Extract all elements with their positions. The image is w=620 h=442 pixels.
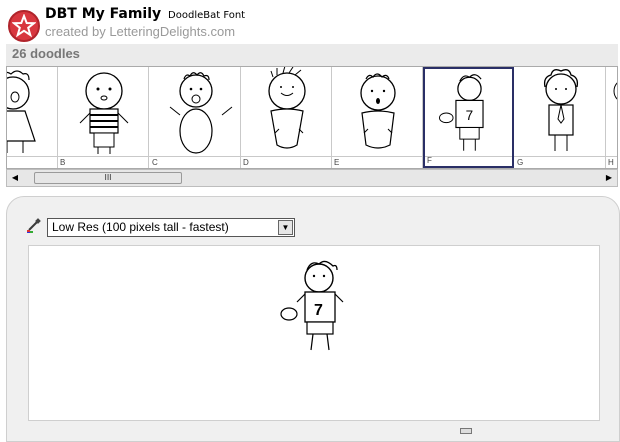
- font-title: DBT My Family DoodleBat Font: [45, 6, 245, 22]
- svg-text:7: 7: [314, 302, 323, 319]
- resize-handle-icon[interactable]: [460, 428, 472, 434]
- doodle-cell-c[interactable]: C: [150, 67, 241, 168]
- color-picker-icon[interactable]: [26, 217, 42, 233]
- chevron-down-icon[interactable]: ▼: [278, 220, 293, 235]
- curly-haired-man-icon: [543, 69, 579, 151]
- partial-doodle-icon: [613, 82, 617, 100]
- preview-canvas: 7: [28, 245, 600, 421]
- doodle-cell-b[interactable]: B: [58, 67, 149, 168]
- doodle-letter: D: [243, 158, 249, 167]
- baby-surprised-icon: [360, 73, 396, 149]
- football-player-icon: 7: [280, 260, 344, 351]
- scroll-right-button[interactable]: ▶: [601, 170, 617, 186]
- baby-spiky-hair-icon: [268, 67, 306, 149]
- svg-text:7: 7: [466, 108, 474, 123]
- doodle-letter: B: [60, 158, 66, 167]
- header: DBT My Family DoodleBat Font created by …: [0, 0, 620, 66]
- doodle-cell-g[interactable]: G: [515, 67, 606, 168]
- boy-striped-shirt-icon: [79, 72, 129, 154]
- resolution-select-value: Low Res (100 pixels tall - fastest): [52, 220, 229, 234]
- doodle-cell-e[interactable]: E: [332, 67, 423, 168]
- doodle-letter: F: [427, 156, 432, 165]
- toddler-crying-icon: [7, 70, 36, 153]
- star-logo-icon: [8, 10, 40, 42]
- scrollbar-thumb[interactable]: III: [34, 172, 182, 184]
- doodle-letter: H: [608, 158, 614, 167]
- doodle-letter: E: [334, 158, 340, 167]
- count-bar: 26 doodles: [6, 44, 618, 66]
- doodle-cell-a[interactable]: [7, 67, 58, 168]
- doodle-letter: G: [517, 158, 524, 167]
- font-type: DoodleBat Font: [168, 10, 246, 21]
- resolution-select[interactable]: Low Res (100 pixels tall - fastest) ▼: [47, 218, 295, 237]
- scroll-left-button[interactable]: ◀: [7, 170, 23, 186]
- horizontal-scrollbar[interactable]: ◀ III ▶: [6, 169, 618, 187]
- doodle-cell-h[interactable]: H: [606, 67, 617, 168]
- doodle-letter: C: [152, 158, 158, 167]
- doodle-strip[interactable]: B C D E 7 F G H: [6, 66, 618, 169]
- baby-curly-hair-icon: [169, 72, 233, 154]
- doodle-count: 26 doodles: [12, 46, 80, 61]
- author-link[interactable]: created by LetteringDelights.com: [45, 24, 235, 39]
- doodle-cell-d[interactable]: D: [241, 67, 332, 168]
- font-name: DBT My Family: [45, 6, 162, 22]
- football-player-icon: 7: [439, 74, 484, 151]
- doodle-cell-f[interactable]: 7 F: [423, 67, 514, 168]
